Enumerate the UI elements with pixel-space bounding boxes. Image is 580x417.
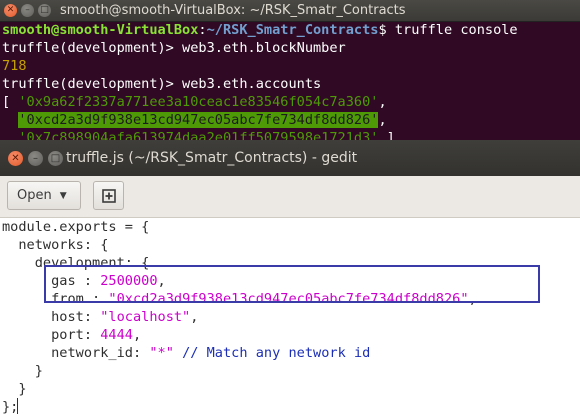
terminal-line: truffle(development)> web3.eth.accounts — [2, 76, 322, 92]
open-label: Open — [17, 188, 52, 203]
code-line: }; — [2, 399, 19, 415]
maximize-icon[interactable]: □ — [48, 151, 63, 166]
prompt-user: smooth@smooth-VirtualBox — [2, 22, 199, 38]
code-line: } — [2, 363, 43, 379]
gedit-title: truffle.js (~/RSK_Smatr_Contracts) - ged… — [66, 150, 358, 166]
annotation-highlight-box — [44, 265, 540, 303]
code-comment: // Match any network id — [173, 345, 371, 361]
chevron-down-icon: ▼ — [59, 190, 67, 201]
account-line: [ '0x9a62f2337a771ee3a10ceac1e83546f054c… — [0, 93, 580, 111]
prompt-separator: : — [198, 22, 207, 38]
account-address-selected: '0xcd2a3d9f938e13cd947ec05abc7fe734df8dd… — [18, 112, 379, 128]
code-line: } — [2, 381, 27, 397]
text-cursor — [17, 398, 18, 414]
array-close: ] — [378, 130, 395, 140]
code-line-port: port: 4444, — [2, 326, 141, 344]
comma: , — [378, 94, 387, 110]
code-line: networks: { — [2, 237, 109, 253]
code-key: network_id: — [2, 345, 150, 361]
close-icon[interactable]: ✕ — [4, 4, 17, 17]
gedit-window-controls: ✕ – □ — [8, 151, 63, 166]
minimize-icon[interactable]: – — [21, 4, 34, 17]
gedit-titlebar: ✕ – □ truffle.js (~/RSK_Smatr_Contracts)… — [0, 140, 580, 176]
account-address: '0x7c898904afa613974daa2e01ff5079598e172… — [18, 130, 379, 140]
close-icon[interactable]: ✕ — [8, 151, 23, 166]
text-editor[interactable]: module.exports = { networks: { developme… — [0, 218, 580, 417]
code-value: "localhost" — [100, 309, 191, 325]
prompt-path: ~/RSK_Smatr_Contracts — [206, 22, 379, 38]
code-key: host: — [2, 309, 101, 325]
gedit-window: ✕ – □ truffle.js (~/RSK_Smatr_Contracts)… — [0, 140, 580, 417]
new-document-button[interactable] — [93, 181, 124, 210]
terminal-output[interactable]: smooth@smooth-VirtualBox:~/RSK_Smatr_Con… — [0, 21, 580, 140]
new-document-icon — [101, 188, 116, 203]
code-value: 4444 — [100, 327, 133, 343]
account-line: '0x7c898904afa613974daa2e01ff5079598e172… — [0, 129, 580, 140]
terminal-window: ✕ – □ smooth@smooth-VirtualBox: ~/RSK_Sm… — [0, 0, 580, 140]
code-line-host: host: "localhost", — [2, 308, 198, 326]
comma: , — [132, 327, 142, 343]
block-number-output: 718 — [2, 58, 27, 74]
minimize-icon[interactable]: – — [28, 151, 43, 166]
terminal-line: smooth@smooth-VirtualBox:~/RSK_Smatr_Con… — [0, 21, 580, 39]
code-line: module.exports = { — [2, 219, 150, 235]
code-value: "*" — [149, 345, 174, 361]
array-open: [ — [2, 94, 19, 110]
terminal-window-controls: ✕ – □ — [4, 4, 51, 17]
terminal-titlebar: ✕ – □ smooth@smooth-VirtualBox: ~/RSK_Sm… — [0, 0, 580, 22]
terminal-line: truffle(development)> web3.eth.blockNumb… — [2, 40, 346, 56]
account-line: '0xcd2a3d9f938e13cd947ec05abc7fe734df8dd… — [0, 111, 580, 129]
open-button[interactable]: Open ▼ — [7, 181, 81, 210]
comma: , — [190, 309, 199, 325]
gedit-toolbar: Open ▼ — [0, 176, 580, 218]
account-address: '0x9a62f2337a771ee3a10ceac1e83546f054c7a… — [18, 94, 379, 110]
code-key: port: — [2, 327, 101, 343]
terminal-title: smooth@smooth-VirtualBox: ~/RSK_Smatr_Co… — [60, 3, 406, 18]
prompt-end: $ — [378, 22, 395, 38]
maximize-icon[interactable]: □ — [38, 4, 51, 17]
code-line-network-id: network_id: "*" // Match any network id — [2, 344, 370, 362]
comma: , — [378, 112, 387, 128]
terminal-command: truffle console — [394, 22, 518, 38]
